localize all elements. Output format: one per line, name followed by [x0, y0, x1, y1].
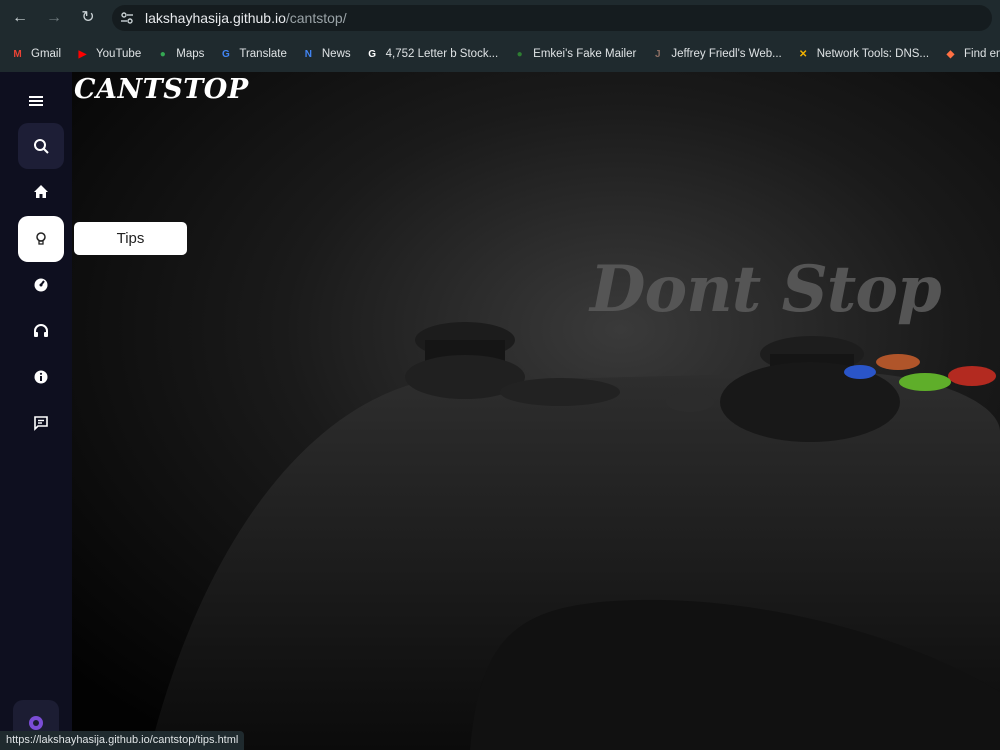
mailer-icon: ● [516, 48, 523, 60]
bookmarks-bar: M Gmail ▶ YouTube ● Maps G Translate N News G 4,752… [0, 36, 1000, 72]
bookmark-item[interactable]: N News [301, 47, 351, 62]
sidebar [0, 72, 72, 750]
bulb-icon [36, 232, 46, 245]
url-text[interactable]: lakshayhasija.github.io/cantstop/ [145, 10, 347, 26]
search-button[interactable] [18, 123, 64, 169]
page-content: Dont Stop CANTSTOP Tips [0, 72, 1000, 750]
google-icon: G [368, 48, 377, 60]
site-settings-icon[interactable] [120, 11, 134, 25]
info-icon [34, 370, 48, 384]
bookmark-label: 4,752 Letter b Stock... [385, 48, 499, 60]
youtube-icon: ▶ [78, 48, 87, 60]
gauge-icon [34, 278, 48, 292]
translate-icon: G [221, 48, 230, 60]
bookmark-label: News [321, 48, 351, 60]
hero-controller-image [0, 72, 1000, 750]
bookmark-item[interactable]: ▶ YouTube [75, 47, 142, 62]
sidebar-item-gauge[interactable] [18, 262, 64, 308]
bookmark-label: YouTube [96, 48, 142, 60]
gmail-icon: M [13, 48, 22, 60]
status-bar-url: https://lakshayhasija.github.io/cantstop… [0, 731, 245, 750]
bookmark-label: Translate [239, 48, 287, 60]
avatar-icon: J [655, 48, 661, 60]
sidebar-item-tips[interactable] [18, 216, 64, 262]
bookmark-item[interactable]: M Gmail [10, 47, 61, 62]
profile-icon [29, 716, 43, 730]
sidebar-item-contact[interactable] [18, 400, 64, 446]
bookmark-label: Gmail [31, 48, 62, 60]
menu-button[interactable] [13, 78, 59, 124]
bookmark-item[interactable]: G 4,752 Letter b Stock... [365, 47, 499, 62]
home-icon [34, 185, 48, 198]
bookmark-label: Find email add [964, 48, 1000, 60]
reload-icon[interactable]: ↻ [76, 7, 100, 29]
news-icon: N [304, 48, 312, 60]
chat-icon [34, 416, 48, 431]
bookmark-item[interactable]: ✕ Network Tools: DNS... [796, 47, 929, 62]
url-host: lakshayhasija.github.io [145, 10, 286, 26]
bookmark-item[interactable]: J Jeffrey Friedl's Web... [650, 47, 782, 62]
tips-tooltip: Tips [74, 222, 187, 255]
forward-icon[interactable]: → [42, 7, 66, 29]
bookmark-item[interactable]: G Translate [218, 47, 287, 62]
bookmark-label: Maps [176, 48, 205, 60]
bookmark-item[interactable]: ● Emkei's Fake Mailer [512, 47, 637, 62]
maps-icon: ● [159, 48, 166, 60]
sidebar-item-about[interactable] [18, 354, 64, 400]
find-email-icon: ◆ [946, 48, 955, 60]
search-icon [34, 139, 49, 154]
bookmark-label: Network Tools: DNS... [816, 48, 930, 60]
back-icon[interactable]: ← [8, 7, 32, 29]
bookmark-label: Jeffrey Friedl's Web... [671, 48, 782, 60]
hero-title: Dont Stop [590, 252, 942, 327]
brand-logo[interactable]: CANTSTOP [74, 74, 249, 105]
bookmark-item[interactable]: ◆ Find email add [943, 47, 1000, 62]
bookmark-item[interactable]: ● Maps [155, 47, 205, 62]
network-tools-icon: ✕ [799, 48, 808, 60]
bookmark-label: Emkei's Fake Mailer [533, 48, 637, 60]
sidebar-item-home[interactable] [18, 169, 64, 215]
browser-toolbar: ← → ↻ lakshayhasija.github.io/cantstop/ [0, 0, 1000, 36]
address-bar[interactable]: lakshayhasija.github.io/cantstop/ [112, 5, 992, 31]
headphones-icon [34, 324, 48, 337]
url-path: /cantstop/ [285, 10, 347, 26]
menu-icon [29, 96, 43, 106]
sidebar-item-music[interactable] [18, 308, 64, 354]
